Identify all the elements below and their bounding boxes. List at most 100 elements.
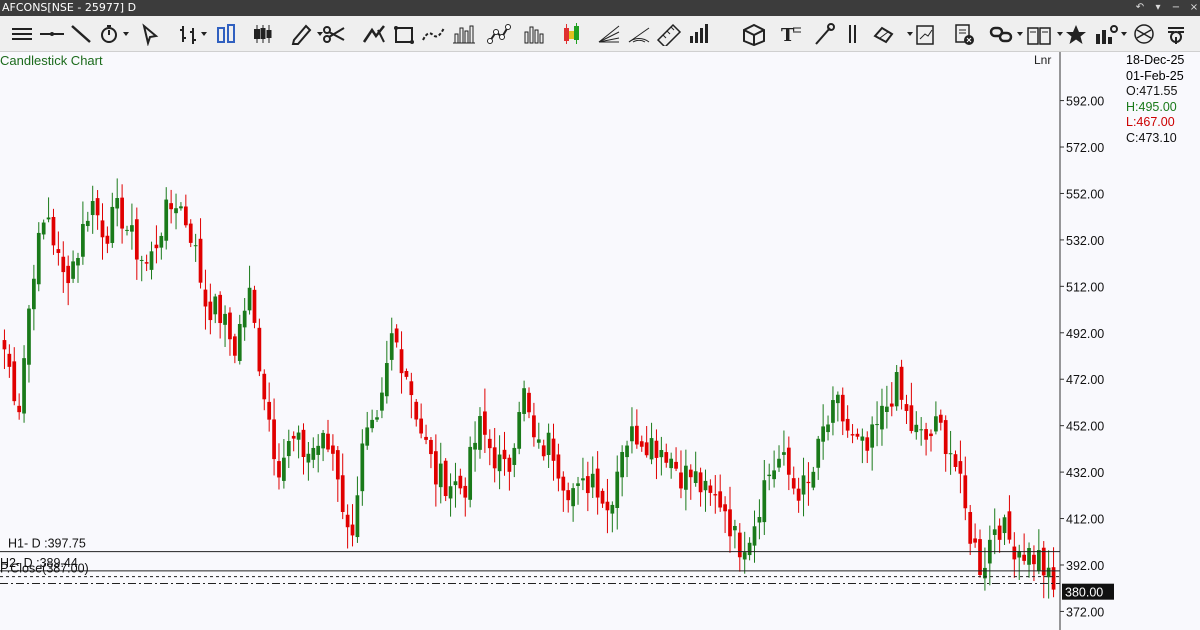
candle-body[interactable] [46, 217, 51, 220]
candle-body[interactable] [924, 429, 928, 440]
candle-body[interactable] [875, 424, 879, 426]
candle-body[interactable] [419, 418, 424, 434]
candle-body[interactable] [698, 472, 703, 493]
candle-body[interactable] [438, 463, 443, 488]
candle-body[interactable] [532, 415, 536, 438]
candle-body[interactable] [56, 249, 61, 253]
candle-body[interactable] [762, 480, 767, 523]
candle-body[interactable] [463, 485, 468, 498]
candle-body[interactable] [840, 394, 845, 422]
candle-body[interactable] [262, 373, 267, 400]
linked-points-icon[interactable] [485, 22, 513, 46]
dropdown-caret-icon[interactable] [906, 29, 914, 39]
candle-body[interactable] [144, 262, 149, 264]
candle-body[interactable] [733, 525, 737, 531]
candle-body[interactable] [590, 473, 595, 488]
candle-body[interactable] [885, 406, 889, 412]
cursor-icon[interactable] [136, 22, 164, 46]
candle-body[interactable] [615, 471, 620, 508]
candle-body[interactable] [625, 445, 629, 458]
candle-body[interactable] [492, 447, 497, 469]
undo-icon[interactable]: ↶ [1130, 0, 1150, 16]
candle-body[interactable] [100, 220, 105, 238]
candle-body[interactable] [551, 438, 556, 461]
candle-body[interactable] [409, 381, 414, 396]
stopwatch-icon[interactable] [95, 22, 123, 46]
pitchfork-icon[interactable] [360, 22, 388, 46]
candle-body[interactable] [585, 476, 590, 494]
candle-body[interactable] [566, 490, 571, 501]
candle-body[interactable] [228, 312, 232, 340]
candle-body[interactable] [125, 229, 129, 231]
candle-body[interactable] [51, 216, 56, 246]
volume-bars-icon[interactable] [520, 22, 548, 46]
candle-body[interactable] [149, 251, 154, 270]
hollow-candle-icon[interactable] [212, 22, 240, 46]
candle-body[interactable] [115, 198, 120, 209]
trend-line-icon[interactable] [67, 22, 95, 46]
candle-body[interactable] [311, 447, 316, 460]
candle-body[interactable] [556, 454, 561, 479]
candle-body[interactable] [973, 538, 977, 543]
candle-body[interactable] [384, 363, 389, 397]
candle-body[interactable] [164, 199, 169, 241]
candle-body[interactable] [522, 388, 526, 414]
candle-body[interactable] [458, 475, 463, 489]
dropdown-caret-icon[interactable] [200, 29, 208, 39]
candle-body[interactable] [978, 539, 982, 575]
candle-body[interactable] [134, 219, 139, 260]
fan-icon[interactable] [595, 22, 623, 46]
candle-body[interactable] [561, 476, 566, 491]
link-icon[interactable] [988, 22, 1016, 46]
candle-body[interactable] [483, 411, 487, 435]
rectangle-icon[interactable] [390, 22, 418, 46]
candle-body[interactable] [963, 475, 968, 509]
candle-body[interactable] [252, 289, 257, 323]
candle-body[interactable] [742, 552, 747, 560]
candle-body[interactable] [291, 435, 296, 439]
tools-icon[interactable] [810, 22, 838, 46]
restore-icon[interactable]: − [1166, 0, 1186, 16]
candle-body[interactable] [600, 490, 605, 504]
candle-body[interactable] [576, 483, 580, 486]
candle-body[interactable] [541, 445, 546, 457]
candle-body[interactable] [605, 501, 610, 511]
candle-body[interactable] [355, 495, 360, 538]
candle-body[interactable] [772, 470, 776, 480]
dropdown-caret-icon[interactable] [316, 29, 324, 39]
candle-body[interactable] [688, 469, 693, 478]
candle-body[interactable] [208, 301, 213, 321]
candle-body[interactable] [71, 261, 75, 279]
star-icon[interactable] [1062, 22, 1090, 46]
hand-icon[interactable] [870, 22, 898, 46]
candlestick-plot[interactable]: 592.00 572.00 552.00 532.00 512.00 492.00 472.… [0, 52, 1200, 630]
candle-body[interactable] [728, 509, 732, 537]
text-tool-icon[interactable]: T [776, 22, 804, 46]
candle-body[interactable] [953, 454, 958, 467]
candle-body[interactable] [571, 488, 575, 507]
candle-body[interactable] [316, 445, 321, 455]
candle-body[interactable] [929, 433, 933, 437]
candle-body[interactable] [365, 427, 370, 446]
candle-body[interactable] [473, 442, 477, 450]
candle-body[interactable] [242, 310, 247, 328]
histogram-icon[interactable] [450, 22, 478, 46]
compare-icon[interactable] [1130, 22, 1158, 46]
candle-body[interactable] [159, 235, 164, 248]
candle-body[interactable] [188, 223, 193, 243]
color-candles-icon[interactable] [558, 22, 586, 46]
candle-body[interactable] [198, 238, 203, 283]
candle-body[interactable] [752, 526, 757, 546]
candle-body[interactable] [845, 418, 850, 431]
candle-body[interactable] [453, 481, 458, 486]
candle-body[interactable] [497, 454, 502, 472]
candle-body[interactable] [855, 433, 860, 437]
candle-body[interactable] [1022, 554, 1026, 561]
candle-body[interactable] [767, 474, 772, 477]
candle-body[interactable] [340, 475, 345, 512]
candle-body[interactable] [644, 442, 649, 456]
candle-body[interactable] [448, 486, 453, 499]
candle-body[interactable] [948, 453, 953, 455]
candle-body[interactable] [693, 471, 698, 484]
candle-body[interactable] [360, 443, 365, 492]
